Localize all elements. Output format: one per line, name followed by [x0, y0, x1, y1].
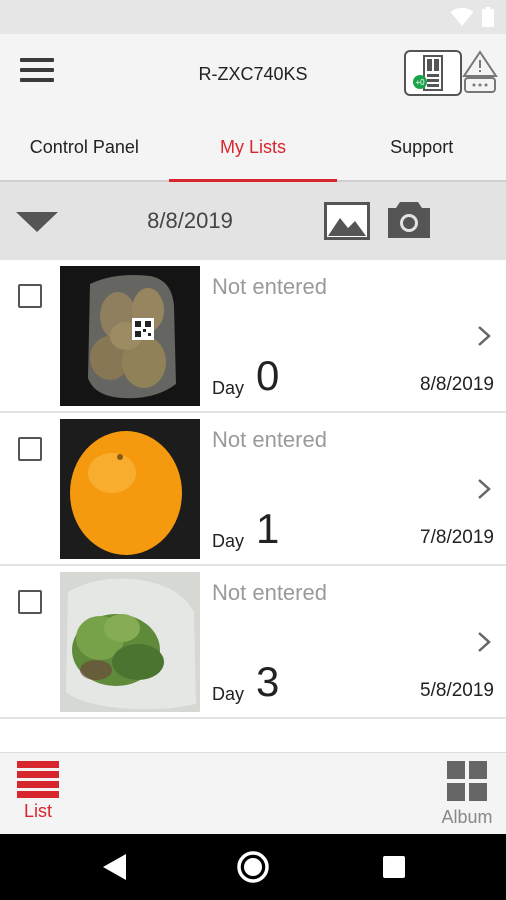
fridge-status-icon: +0 [413, 55, 443, 91]
gallery-button[interactable] [324, 202, 370, 240]
item-name: Not entered [212, 274, 327, 299]
item-photo [60, 419, 200, 559]
album-view-label: Album [441, 807, 493, 827]
system-nav-bar [0, 834, 506, 900]
list-item[interactable]: Not entered Day 1 7/8/2019 [0, 413, 506, 566]
status-bar [0, 0, 506, 34]
alert-icon [462, 50, 498, 93]
back-icon[interactable] [100, 852, 128, 882]
tab-control-panel[interactable]: Control Panel [0, 114, 169, 180]
dropdown-caret-icon [16, 212, 58, 232]
tab-support[interactable]: Support [337, 114, 506, 180]
menu-icon [20, 58, 60, 82]
album-view-button[interactable]: Album [432, 761, 502, 833]
app-bar: R-ZXC740KS +0 [0, 34, 506, 114]
list-item[interactable]: Not entered Day 3 5/8/2019 [0, 566, 506, 719]
svg-text:+0: +0 [415, 78, 425, 87]
item-checkbox[interactable] [18, 590, 42, 614]
camera-icon [388, 202, 430, 238]
gallery-icon [324, 202, 370, 240]
item-name: Not entered [212, 580, 327, 605]
chevron-right-icon [478, 479, 491, 499]
home-icon[interactable] [236, 850, 270, 884]
list-icon [10, 761, 66, 798]
tab-my-lists[interactable]: My Lists [168, 114, 338, 182]
day-count: 1 [256, 505, 280, 552]
album-icon [447, 761, 487, 801]
item-photo [60, 266, 200, 406]
date-bar: 8/8/2019 [0, 182, 506, 260]
day-count: 3 [256, 658, 280, 705]
alert-button[interactable] [461, 50, 499, 96]
recents-icon[interactable] [383, 856, 405, 878]
item-checkbox[interactable] [18, 437, 42, 461]
view-switcher-bar: List Album [0, 752, 506, 834]
chevron-right-icon [478, 326, 491, 346]
day-count: 0 [256, 352, 280, 399]
item-date: 7/8/2019 [420, 527, 494, 548]
item-date: 5/8/2019 [420, 680, 494, 701]
list-view-label: List [23, 801, 52, 821]
item-name: Not entered [212, 427, 327, 452]
tab-bar: Control Panel My Lists Support [0, 114, 506, 182]
list-item[interactable]: Not entered Day 0 8/8/2019 [0, 260, 506, 413]
list-view-button[interactable]: List [10, 761, 66, 833]
item-checkbox[interactable] [18, 284, 42, 308]
date-dropdown-button[interactable] [16, 210, 58, 234]
item-date: 8/8/2019 [420, 374, 494, 395]
menu-button[interactable] [20, 58, 60, 90]
item-photo [60, 572, 200, 712]
status-icons [450, 7, 494, 27]
food-list: Not entered Day 0 8/8/2019 Not entered D… [0, 260, 506, 719]
fridge-status-button[interactable]: +0 [404, 50, 462, 96]
day-label: Day [212, 378, 245, 398]
battery-icon [482, 7, 494, 27]
day-label: Day [212, 531, 245, 551]
chevron-right-icon [478, 632, 491, 652]
camera-button[interactable] [386, 200, 432, 240]
wifi-icon [450, 7, 474, 26]
selected-date: 8/8/2019 [147, 208, 233, 233]
day-label: Day [212, 684, 245, 704]
